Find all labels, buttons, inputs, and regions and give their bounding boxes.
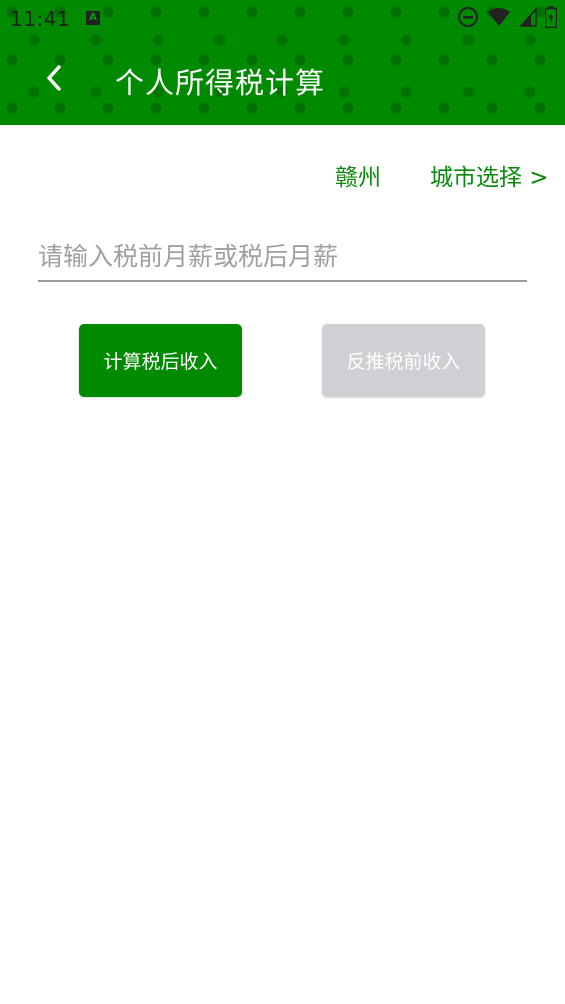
chevron-left-icon — [47, 65, 61, 91]
signal-icon — [519, 7, 537, 31]
back-button[interactable] — [36, 60, 72, 96]
status-bar: 11:41 A — [0, 0, 565, 38]
calc-after-tax-button[interactable]: 计算税后收入 — [79, 324, 242, 397]
status-icons — [457, 6, 558, 32]
battery-icon — [544, 6, 558, 32]
keyboard-a-icon: A — [86, 11, 100, 25]
status-time: 11:41 — [10, 7, 71, 31]
current-city: 赣州 — [335, 165, 381, 191]
wifi-icon — [487, 7, 511, 31]
do-not-disturb-icon — [457, 6, 479, 32]
app-header: 11:41 A 个人所得税计算 — [0, 0, 565, 125]
reverse-pre-tax-button[interactable]: 反推税前收入 — [322, 324, 485, 397]
city-row: 赣州 城市选择 > — [0, 156, 565, 192]
city-select-link[interactable]: 城市选择 > — [430, 158, 549, 192]
salary-input[interactable] — [38, 234, 527, 282]
page-title: 个人所得税计算 — [115, 66, 326, 100]
